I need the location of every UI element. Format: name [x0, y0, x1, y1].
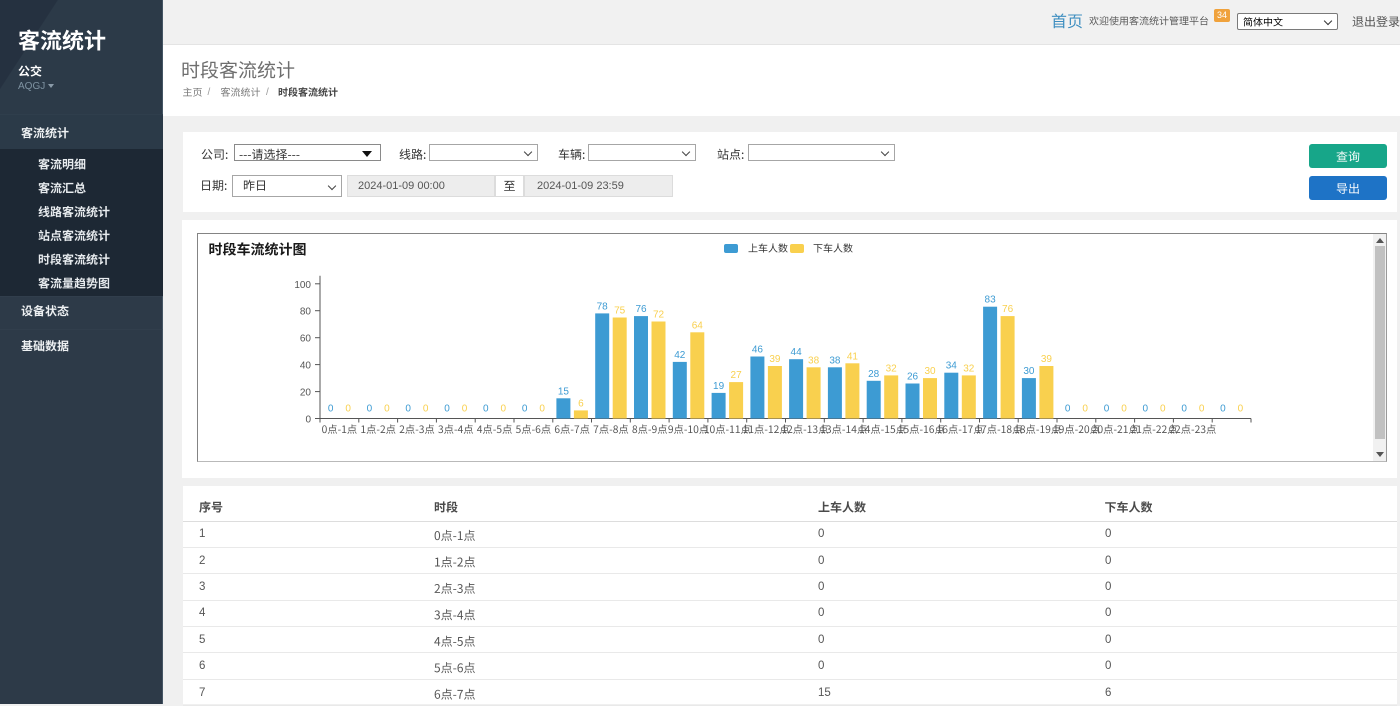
svg-text:0: 0	[444, 404, 450, 415]
svg-text:34: 34	[946, 361, 958, 372]
svg-text:20: 20	[300, 388, 312, 399]
svg-text:0: 0	[522, 404, 528, 415]
svg-text:0: 0	[367, 404, 373, 415]
svg-text:64: 64	[692, 320, 704, 331]
svg-text:60: 60	[300, 334, 312, 345]
svg-text:80: 80	[300, 307, 312, 318]
svg-text:0: 0	[423, 404, 429, 415]
svg-text:26: 26	[907, 372, 919, 383]
svg-text:76: 76	[635, 304, 647, 315]
svg-text:39: 39	[1041, 354, 1053, 365]
svg-text:44: 44	[791, 347, 803, 358]
svg-text:0: 0	[328, 404, 334, 415]
svg-text:40: 40	[300, 361, 312, 372]
svg-text:75: 75	[614, 306, 626, 317]
svg-text:0: 0	[462, 404, 468, 415]
svg-text:0: 0	[501, 404, 507, 415]
svg-text:0: 0	[384, 404, 390, 415]
svg-text:78: 78	[597, 301, 609, 312]
svg-text:0: 0	[345, 404, 351, 415]
svg-text:100: 100	[294, 280, 311, 291]
svg-text:0: 0	[1181, 404, 1187, 415]
svg-text:38: 38	[808, 355, 820, 366]
svg-text:38: 38	[829, 355, 841, 366]
svg-text:0: 0	[1160, 404, 1166, 415]
svg-text:76: 76	[1002, 304, 1014, 315]
svg-text:0: 0	[483, 404, 489, 415]
svg-text:42: 42	[674, 350, 686, 361]
svg-text:46: 46	[752, 345, 764, 356]
svg-text:28: 28	[868, 369, 880, 380]
svg-text:0: 0	[1238, 404, 1244, 415]
svg-text:0: 0	[405, 404, 411, 415]
svg-text:0: 0	[1220, 404, 1226, 415]
svg-text:0: 0	[1065, 404, 1071, 415]
svg-text:32: 32	[886, 363, 898, 374]
svg-text:41: 41	[847, 351, 859, 362]
svg-text:0: 0	[305, 415, 311, 426]
svg-text:0: 0	[1199, 404, 1205, 415]
svg-text:19: 19	[713, 381, 725, 392]
svg-text:0: 0	[1104, 404, 1110, 415]
svg-text:27: 27	[731, 370, 743, 381]
svg-text:30: 30	[924, 366, 936, 377]
svg-text:0: 0	[539, 404, 545, 415]
svg-text:15: 15	[558, 386, 570, 397]
svg-text:0: 0	[1082, 404, 1088, 415]
svg-text:6: 6	[578, 398, 584, 409]
svg-text:0: 0	[1143, 404, 1149, 415]
svg-text:30: 30	[1023, 366, 1035, 377]
svg-text:39: 39	[769, 354, 781, 365]
svg-text:0: 0	[1121, 404, 1127, 415]
svg-text:83: 83	[985, 295, 997, 306]
svg-text:72: 72	[653, 310, 665, 321]
svg-text:32: 32	[963, 363, 975, 374]
